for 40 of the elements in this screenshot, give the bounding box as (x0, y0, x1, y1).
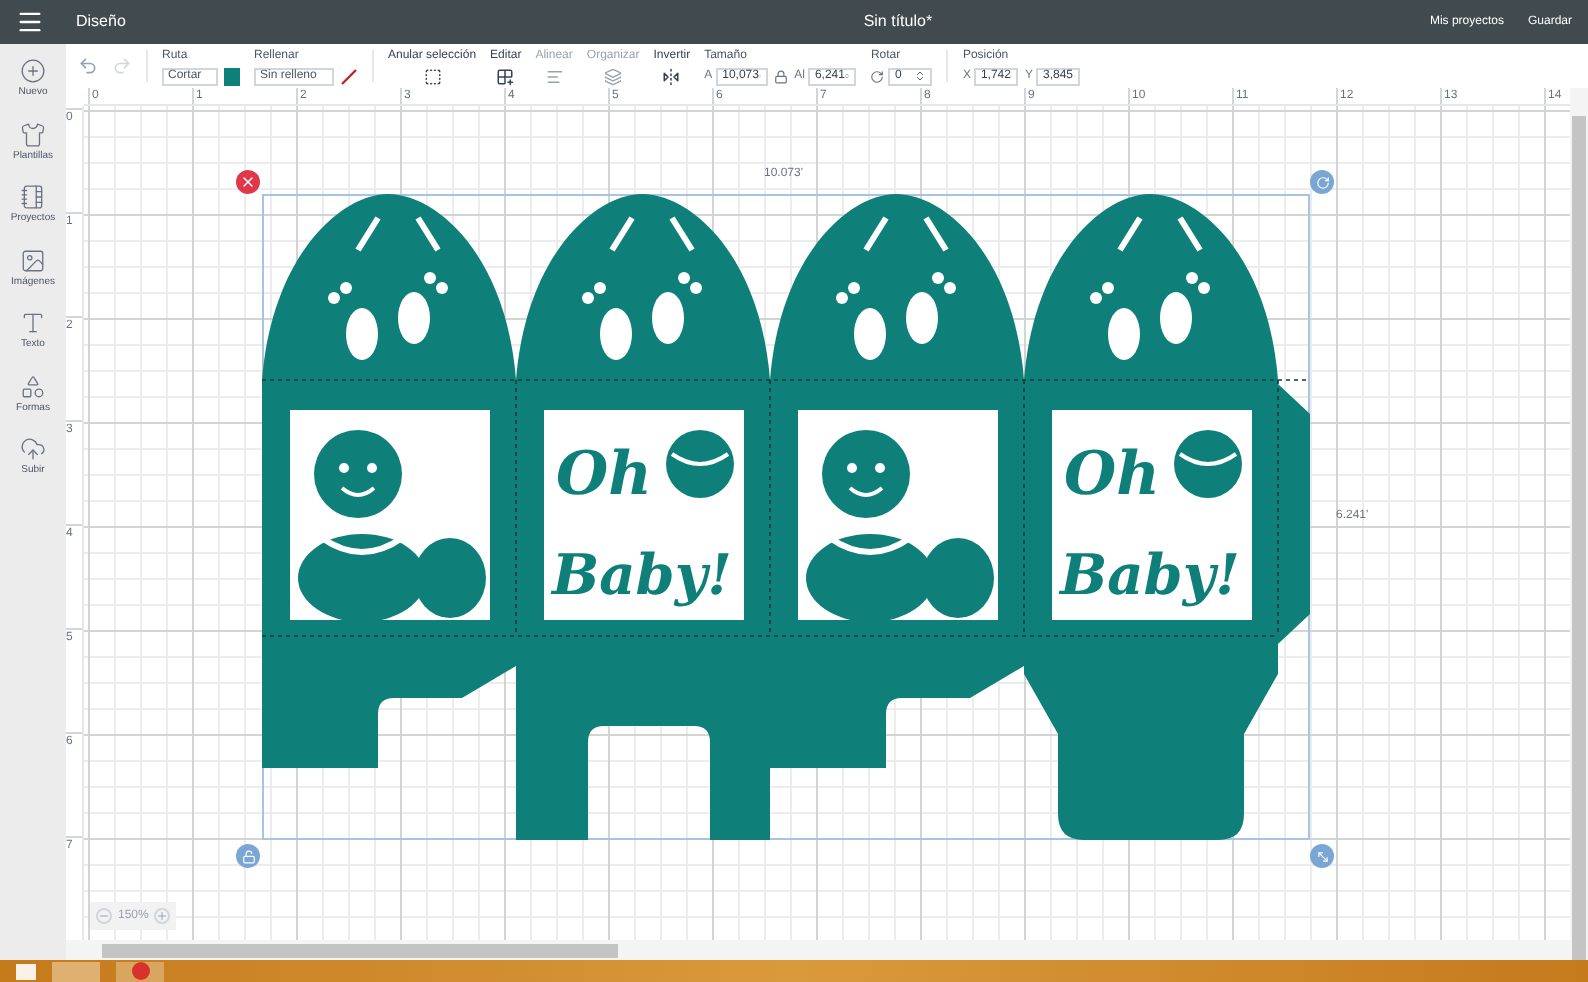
align-icon (545, 67, 564, 85)
scrollbar-thumb[interactable] (102, 943, 618, 957)
artwork-lettering: Baby! (1060, 542, 1240, 608)
layers-icon (604, 67, 623, 85)
document-title: Sin título* (861, 10, 935, 34)
lock-icon[interactable] (774, 69, 789, 83)
new-icon (19, 58, 46, 84)
undo-icon[interactable] (78, 56, 98, 76)
text-icon (20, 310, 46, 336)
vertical-scrollbar[interactable] (1570, 88, 1588, 960)
lock-handle[interactable] (236, 844, 260, 868)
windows-logo-icon[interactable] (16, 963, 36, 979)
app-icon[interactable] (116, 961, 164, 981)
image-icon (20, 247, 46, 273)
section-title: Diseño (76, 10, 126, 34)
shirt-icon (19, 121, 46, 147)
redo-icon[interactable] (112, 56, 132, 76)
artwork-lettering: Baby! (552, 542, 732, 608)
app-icon[interactable] (52, 961, 100, 981)
color-swatch[interactable] (224, 67, 240, 85)
artwork-lettering: Oh (556, 440, 652, 510)
scrollbar-thumb[interactable] (1572, 116, 1586, 960)
horizontal-scrollbar[interactable] (66, 940, 1570, 960)
shapes-icon (19, 373, 46, 399)
menu-icon[interactable] (16, 8, 44, 36)
close-handle[interactable] (236, 170, 260, 194)
zoom-in-icon[interactable] (154, 908, 171, 924)
ball-drawing (666, 430, 734, 498)
flip-icon (662, 67, 681, 85)
resize-handle[interactable] (1310, 844, 1334, 868)
deselect-icon (423, 67, 442, 85)
rotate-icon (870, 69, 885, 83)
grid-icon (496, 67, 515, 85)
zoom-out-icon[interactable] (96, 908, 112, 924)
rotate-handle[interactable] (1310, 170, 1334, 194)
no-fill-icon[interactable] (340, 67, 358, 85)
artwork-lettering: Oh (1064, 440, 1160, 510)
upload-icon (20, 436, 46, 462)
notebook-icon (19, 184, 46, 210)
ball-drawing (1174, 430, 1242, 498)
